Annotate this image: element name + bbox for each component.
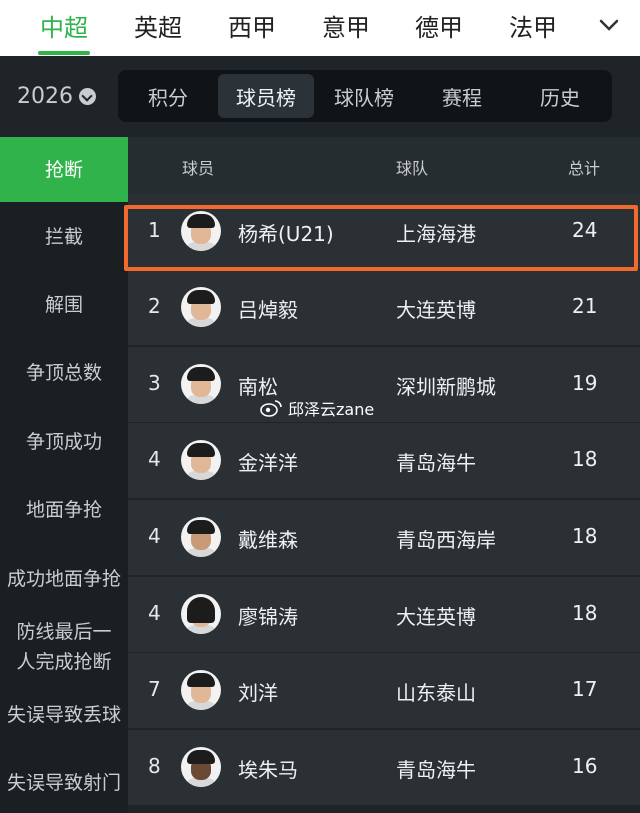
season-label: 2026: [17, 84, 73, 109]
avatar: [181, 364, 221, 404]
side-item-last-man-tackle[interactable]: 防线最后一人完成抢断: [0, 617, 128, 677]
side-item-ground-duels[interactable]: 地面争抢: [0, 496, 128, 524]
tab-schedule[interactable]: 赛程: [414, 74, 510, 118]
side-item-tackles[interactable]: 抢断: [0, 137, 128, 202]
stat-category-menu: 抢断 拦截 解围 争顶总数 争顶成功 地面争抢 成功地面争抢 防线最后一人完成抢…: [0, 137, 128, 813]
league-tab-bar: 中超 英超 西甲 意甲 德甲 法甲: [0, 0, 640, 56]
tab-standings[interactable]: 积分: [120, 74, 216, 118]
total-value: 18: [572, 447, 598, 471]
watermark-text: 邱泽云zane: [288, 400, 375, 419]
chevron-down-icon[interactable]: [594, 10, 624, 40]
weibo-icon: [260, 400, 282, 417]
active-tab-indicator: [38, 51, 90, 55]
rank: 4: [148, 524, 161, 548]
rank: 2: [148, 294, 161, 318]
rank: 7: [148, 677, 161, 701]
team-name: 青岛海牛: [396, 451, 476, 475]
player-name: 金洋洋: [238, 451, 298, 475]
avatar: [181, 440, 221, 480]
team-name: 山东泰山: [396, 681, 476, 705]
team-name: 大连英博: [396, 605, 476, 629]
avatar: [181, 670, 221, 710]
chevron-down-icon: [79, 88, 96, 105]
header-total: 总计: [568, 159, 601, 178]
avatar: [181, 594, 221, 634]
avatar: [181, 747, 221, 787]
side-item-aerial-duels[interactable]: 争顶总数: [0, 359, 128, 387]
table-header: 球员 球队 总计: [128, 137, 640, 194]
total-value: 19: [572, 371, 598, 395]
total-value: 18: [572, 524, 598, 548]
table-row[interactable]: 2 吕焯毅 大连英博 21: [128, 270, 640, 346]
rank: 4: [148, 447, 161, 471]
table-row[interactable]: 4 金洋洋 青岛海牛 18: [128, 423, 640, 499]
table-row[interactable]: 3 南松 深圳新鹏城 19: [128, 347, 640, 423]
tab-seriea[interactable]: 意甲: [306, 8, 386, 43]
highlight-box: [124, 205, 638, 271]
table-row[interactable]: 4 廖锦涛 大连英博 18: [128, 577, 640, 653]
season-selector[interactable]: 2026: [17, 84, 96, 109]
table-row[interactable]: 8 埃朱马 青岛海牛 16: [128, 730, 640, 806]
side-item-ground-duels-won[interactable]: 成功地面争抢: [0, 565, 128, 593]
total-value: 17: [572, 677, 598, 701]
tab-laliga[interactable]: 西甲: [212, 8, 292, 43]
tab-team-rankings[interactable]: 球队榜: [316, 74, 412, 118]
avatar: [181, 517, 221, 557]
team-name: 大连英博: [396, 298, 476, 322]
rank: 8: [148, 754, 161, 778]
player-name: 吕焯毅: [238, 298, 298, 322]
team-name: 青岛海牛: [396, 758, 476, 782]
player-name: 刘洋: [238, 681, 278, 705]
total-value: 16: [572, 754, 598, 778]
sub-tab-bar: 积分 球员榜 球队榜 赛程 历史: [118, 70, 612, 122]
avatar: [181, 287, 221, 327]
rank: 3: [148, 371, 161, 395]
tab-ligue1[interactable]: 法甲: [493, 8, 573, 43]
watermark: 邱泽云zane: [260, 396, 374, 420]
side-item-error-led-to-shot[interactable]: 失误导致射门: [0, 769, 128, 797]
tab-epl[interactable]: 英超: [118, 8, 198, 43]
side-item-error-led-to-goal[interactable]: 失误导致丢球: [0, 701, 128, 729]
side-item-clearances[interactable]: 解围: [0, 291, 128, 319]
team-name: 深圳新鹏城: [396, 375, 496, 399]
tab-csl[interactable]: 中超: [24, 8, 104, 43]
tab-bundesliga[interactable]: 德甲: [399, 8, 479, 43]
table-row[interactable]: 4 戴维森 青岛西海岸 18: [128, 500, 640, 576]
header-team: 球队: [396, 159, 429, 178]
side-item-aerial-won[interactable]: 争顶成功: [0, 428, 128, 456]
player-name: 埃朱马: [238, 758, 298, 782]
player-name: 戴维森: [238, 528, 298, 552]
rank: 4: [148, 601, 161, 625]
total-value: 21: [572, 294, 598, 318]
side-item-interceptions[interactable]: 拦截: [0, 223, 128, 251]
total-value: 18: [572, 601, 598, 625]
team-name: 青岛西海岸: [396, 528, 496, 552]
player-name: 廖锦涛: [238, 605, 298, 629]
tab-player-rankings[interactable]: 球员榜: [218, 74, 314, 118]
tab-history[interactable]: 历史: [512, 74, 608, 118]
header-player: 球员: [182, 159, 215, 178]
table-row[interactable]: 7 刘洋 山东泰山 17: [128, 653, 640, 729]
